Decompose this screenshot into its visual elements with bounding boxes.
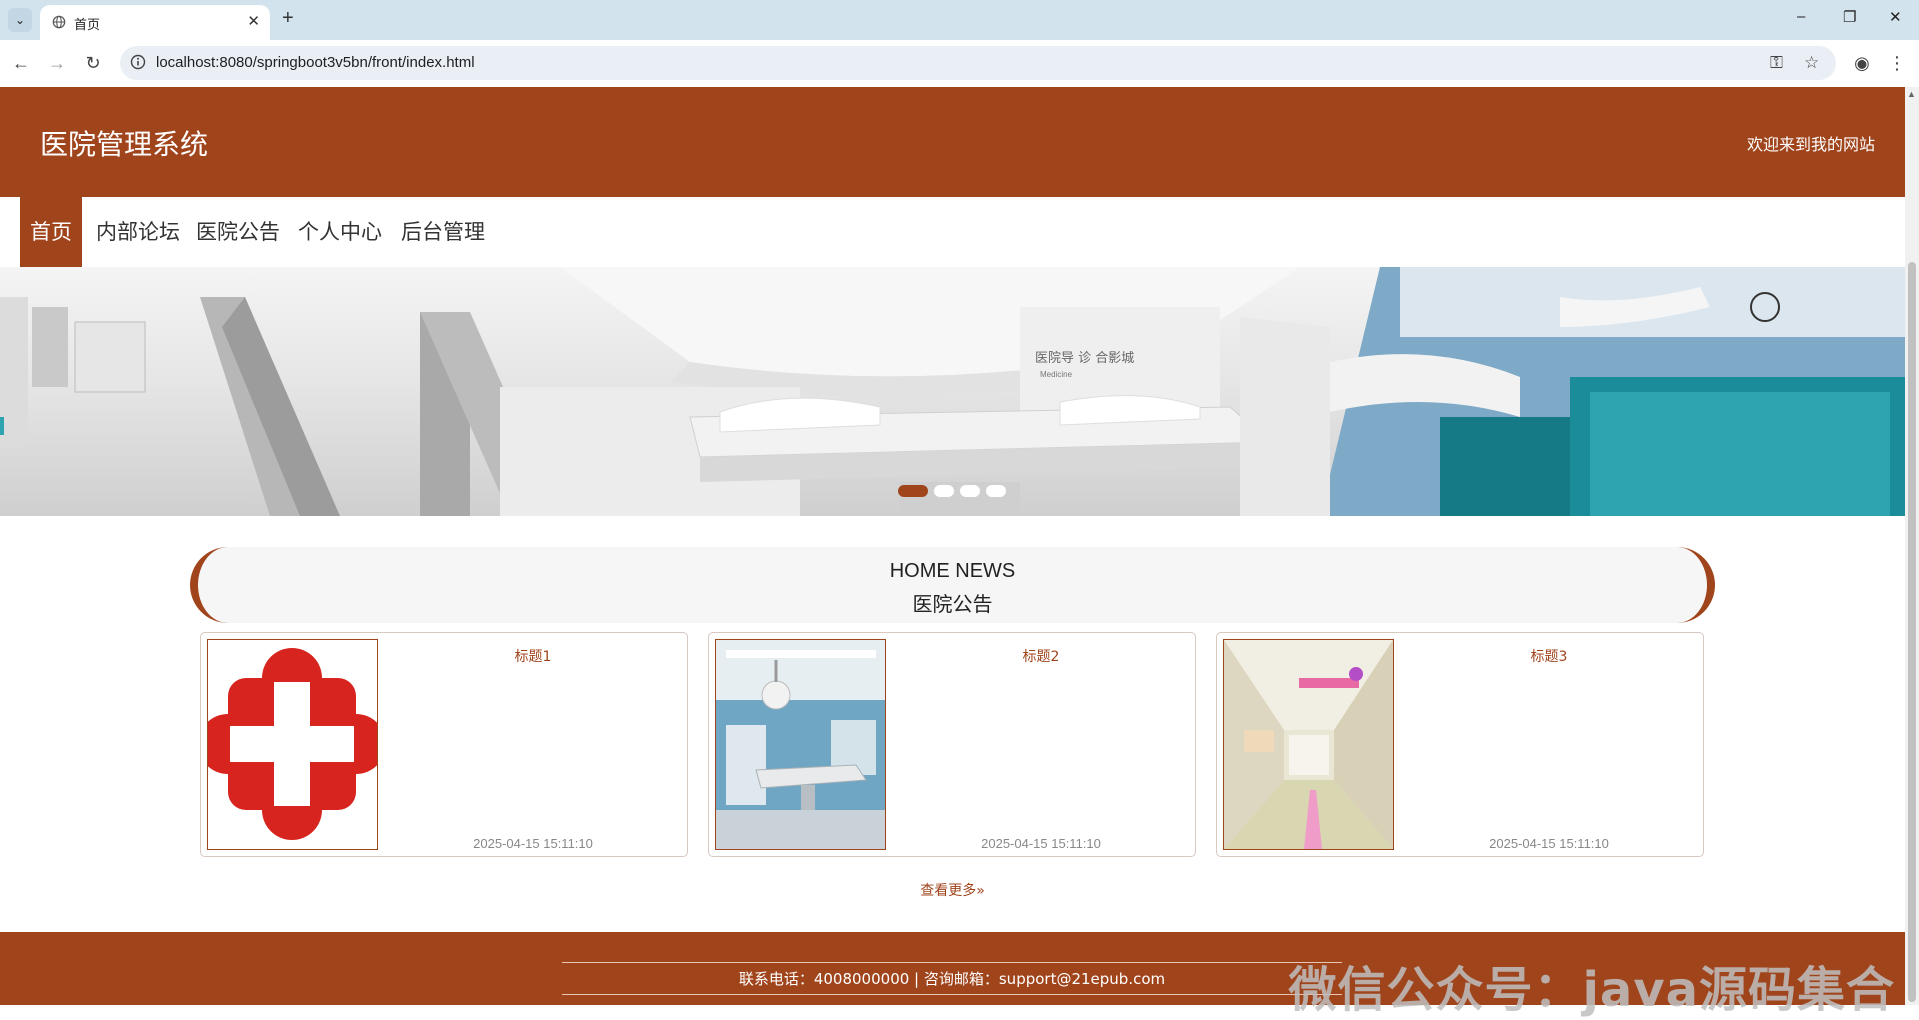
carousel-dot-1[interactable] xyxy=(898,485,928,497)
key-icon[interactable]: ⚿ xyxy=(1770,53,1783,73)
minimize-icon[interactable]: – xyxy=(1797,8,1805,25)
tab-search-button[interactable]: ⌄ xyxy=(8,8,32,32)
news-card-1[interactable]: 标题1 2025-04-15 15:11:10 xyxy=(200,632,688,857)
news-section-heading: HOME NEWS 医院公告 xyxy=(190,547,1715,623)
new-tab-icon[interactable]: + xyxy=(282,7,294,30)
hospital-room-illustration: 医院导 诊 合影城 Medicine xyxy=(0,267,1905,516)
contact-info: 联系电话：4008000000 | 咨询邮箱：support@21epub.co… xyxy=(738,970,1166,988)
view-more-link[interactable]: 查看更多» xyxy=(0,880,1905,900)
carousel-dot-4[interactable] xyxy=(986,485,1006,497)
page-scrollbar[interactable]: ▲ xyxy=(1905,87,1919,1005)
profile-icon[interactable]: ◉ xyxy=(1851,52,1873,74)
footer-divider-top xyxy=(562,962,1342,963)
bookmark-star-icon[interactable]: ☆ xyxy=(1804,53,1819,73)
wall-sign-subtext: Medicine xyxy=(1040,370,1073,379)
scroll-up-arrow-icon[interactable]: ▲ xyxy=(1907,89,1916,99)
site-title: 医院管理系统 xyxy=(40,128,209,161)
news-card-date: 2025-04-15 15:11:10 xyxy=(473,836,593,851)
carousel-prev-edge[interactable] xyxy=(0,417,4,435)
site-header: 医院管理系统 欢迎来到我的网站 xyxy=(0,87,1905,197)
back-arrow-icon[interactable]: ← xyxy=(10,52,32,74)
hero-banner-carousel[interactable]: 医院导 诊 合影城 Medicine xyxy=(0,267,1905,516)
main-nav: 首页 内部论坛 医院公告 个人中心 后台管理 xyxy=(0,197,1905,267)
carousel-dot-3[interactable] xyxy=(960,485,980,497)
news-card-date: 2025-04-15 15:11:10 xyxy=(1489,836,1609,851)
site-info-icon[interactable] xyxy=(130,54,146,70)
news-card-date: 2025-04-15 15:11:10 xyxy=(981,836,1101,851)
news-card-title[interactable]: 标题1 xyxy=(378,646,688,666)
close-tab-icon[interactable]: ✕ xyxy=(247,12,260,30)
forward-arrow-icon[interactable]: → xyxy=(46,52,68,74)
wechat-watermark: 微信公众号：java源码集合 xyxy=(1288,962,1895,1018)
nav-item-admin[interactable]: 后台管理 xyxy=(401,197,485,267)
nav-item-home[interactable]: 首页 xyxy=(20,197,82,267)
menu-dots-icon[interactable]: ⋮ xyxy=(1886,52,1908,74)
news-heading-english: HOME NEWS xyxy=(889,560,1016,582)
restore-icon[interactable]: ❐ xyxy=(1843,8,1856,26)
site-footer: 联系电话：4008000000 | 咨询邮箱：support@21epub.co… xyxy=(0,932,1905,1018)
red-cross-logo-image[interactable] xyxy=(207,639,378,850)
news-card-title[interactable]: 标题2 xyxy=(886,646,1196,666)
nav-item-announcements[interactable]: 医院公告 xyxy=(196,197,280,267)
chevron-down-icon: ⌄ xyxy=(14,13,26,27)
nav-item-forum[interactable]: 内部论坛 xyxy=(96,197,180,267)
url-omnibox[interactable]: localhost:8080/springboot3v5bn/front/ind… xyxy=(120,46,1836,80)
hospital-corridor-image[interactable] xyxy=(1223,639,1394,850)
footer-divider-bottom xyxy=(562,994,1342,995)
nav-item-personal-center[interactable]: 个人中心 xyxy=(298,197,382,267)
reload-icon[interactable]: ↻ xyxy=(82,52,104,74)
browser-tab[interactable]: 首页 ✕ xyxy=(40,5,270,40)
news-card-title[interactable]: 标题3 xyxy=(1394,646,1704,666)
address-bar-row: ← → ↻ localhost:8080/springboot3v5bn/fro… xyxy=(0,40,1919,88)
news-card-3[interactable]: 标题3 2025-04-15 15:11:10 xyxy=(1216,632,1704,857)
globe-icon xyxy=(52,15,66,29)
news-card-2[interactable]: 标题2 2025-04-15 15:11:10 xyxy=(708,632,1196,857)
url-text[interactable]: localhost:8080/springboot3v5bn/front/ind… xyxy=(156,54,475,71)
tab-title: 首页 xyxy=(74,18,101,33)
scrollbar-thumb[interactable] xyxy=(1908,262,1916,1002)
news-heading-chinese: 医院公告 xyxy=(912,592,993,616)
welcome-text: 欢迎来到我的网站 xyxy=(1746,135,1875,154)
browser-tab-bar: ⌄ 首页 ✕ + – ❐ ✕ xyxy=(0,0,1919,40)
close-window-icon[interactable]: ✕ xyxy=(1889,8,1902,26)
carousel-dot-2[interactable] xyxy=(934,485,954,497)
wall-sign-text: 医院导 诊 合影城 xyxy=(1035,351,1134,366)
operating-room-image[interactable] xyxy=(715,639,886,850)
